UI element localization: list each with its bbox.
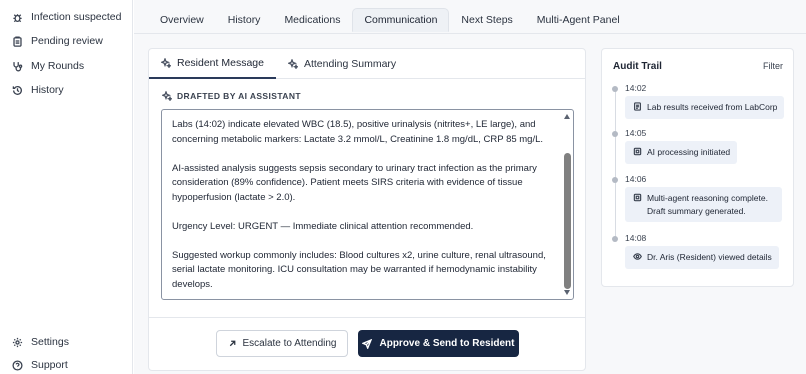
audit-entry-text: AI processing initiated [647, 147, 731, 157]
tab-communication[interactable]: Communication [352, 8, 450, 32]
approve-send-button[interactable]: Approve & Send to Resident [358, 330, 519, 357]
editor-scrollbar[interactable] [563, 111, 572, 298]
message-editor[interactable]: Labs (14:02) indicate elevated WBC (18.5… [161, 109, 574, 300]
main-content: Overview History Medications Communicati… [134, 0, 806, 374]
audit-entry-text: Lab results received from LabCorp [647, 102, 778, 112]
message-paragraph: Suggested workup commonly includes: Bloo… [172, 249, 546, 290]
subtab-resident-message[interactable]: Resident Message [149, 49, 276, 79]
panel-footer-divider [149, 317, 585, 318]
audit-entry-time: 14:08 [625, 233, 647, 243]
audit-entry-card: Dr. Aris (Resident) viewed details [625, 246, 779, 269]
sidebar-item-label: Settings [31, 336, 69, 348]
approve-button-label: Approve & Send to Resident [379, 338, 515, 349]
help-icon [12, 359, 23, 371]
tab-next-steps[interactable]: Next Steps [449, 8, 524, 32]
audit-entry-time: 14:02 [625, 83, 647, 93]
timeline-dot [612, 177, 618, 183]
tab-bar: Overview History Medications Communicati… [148, 8, 632, 34]
audit-entry-time: 14:06 [625, 174, 647, 184]
subtab-label: Attending Summary [303, 58, 397, 70]
tab-overview[interactable]: Overview [148, 8, 216, 32]
timeline-dot [612, 236, 618, 242]
sidebar-item-label: History [31, 84, 64, 96]
sidebar-item-my-rounds[interactable]: My Rounds [12, 56, 84, 76]
audit-entry-text: Multi-agent reasoning complete. Draft su… [647, 193, 768, 216]
sidebar-item-support[interactable]: Support [12, 355, 68, 374]
document-icon [634, 102, 641, 111]
timeline-dot [612, 131, 618, 137]
tab-medications[interactable]: Medications [272, 8, 352, 32]
chip-icon [633, 147, 642, 156]
message-paragraph: Labs (14:02) indicate elevated WBC (18.5… [172, 119, 544, 145]
audit-entry-time: 14:05 [625, 128, 647, 138]
chip-icon [633, 193, 642, 202]
sidebar-item-settings[interactable]: Settings [12, 332, 69, 352]
timeline-dot [612, 86, 618, 92]
communication-panel: Resident Message Attending Summary DRAFT… [148, 48, 586, 371]
sparkle-icon [162, 91, 172, 101]
scroll-down-arrow-icon[interactable] [564, 290, 570, 295]
audit-entry-card: Lab results received from LabCorp [625, 96, 785, 119]
escalate-button-label: Escalate to Attending [242, 338, 337, 349]
message-text[interactable]: Labs (14:02) indicate elevated WBC (18.5… [172, 118, 554, 292]
sidebar: Infection suspected Pending review My Ro… [0, 0, 133, 374]
sidebar-item-label: Pending review [31, 35, 103, 47]
eye-icon [633, 253, 642, 260]
scrollbar-thumb[interactable] [564, 153, 571, 289]
sparkle-icon [287, 59, 298, 69]
message-paragraph: Urgency Level: URGENT — Immediate clinic… [172, 220, 474, 232]
gear-icon [12, 337, 23, 347]
subtab-label: Resident Message [177, 57, 264, 69]
audit-trail-title: Audit Trail [613, 61, 662, 72]
timeline-line [615, 89, 616, 241]
audit-filter-button[interactable]: Filter [763, 61, 783, 71]
audit-trail-panel: Audit Trail Filter 14:02 Lab results rec… [601, 48, 794, 287]
sidebar-item-infection-suspected[interactable]: Infection suspected [12, 7, 121, 27]
sidebar-item-label: Support [31, 359, 68, 371]
tab-multi-agent-panel[interactable]: Multi-Agent Panel [525, 8, 632, 32]
sparkle-icon [161, 58, 171, 68]
message-subtabs: Resident Message Attending Summary [149, 49, 585, 79]
audit-entry-card: AI processing initiated [625, 141, 738, 164]
audit-entry-text: Dr. Aris (Resident) viewed details [647, 252, 772, 262]
stethoscope-icon [13, 61, 23, 71]
clipboard-icon [13, 35, 22, 47]
drafted-label-text: DRAFTED BY AI ASSISTANT [177, 91, 301, 101]
sidebar-item-pending-review[interactable]: Pending review [12, 31, 103, 51]
drafted-by-ai-label: DRAFTED BY AI ASSISTANT [162, 91, 301, 101]
subtab-attending-summary[interactable]: Attending Summary [276, 49, 408, 79]
bug-icon [13, 13, 22, 22]
escalate-to-attending-button[interactable]: Escalate to Attending [216, 330, 348, 357]
audit-entry-card: Multi-agent reasoning complete. Draft su… [625, 187, 782, 222]
arrow-up-right-icon [229, 340, 235, 347]
scroll-up-arrow-icon[interactable] [564, 114, 570, 119]
sidebar-item-history[interactable]: History [12, 80, 64, 100]
send-icon [362, 338, 373, 349]
sidebar-item-label: Infection suspected [31, 11, 122, 23]
tab-history[interactable]: History [216, 8, 273, 32]
message-paragraph: AI-assisted analysis suggests sepsis sec… [172, 162, 537, 203]
sidebar-item-label: My Rounds [31, 60, 85, 72]
history-icon [12, 85, 22, 95]
